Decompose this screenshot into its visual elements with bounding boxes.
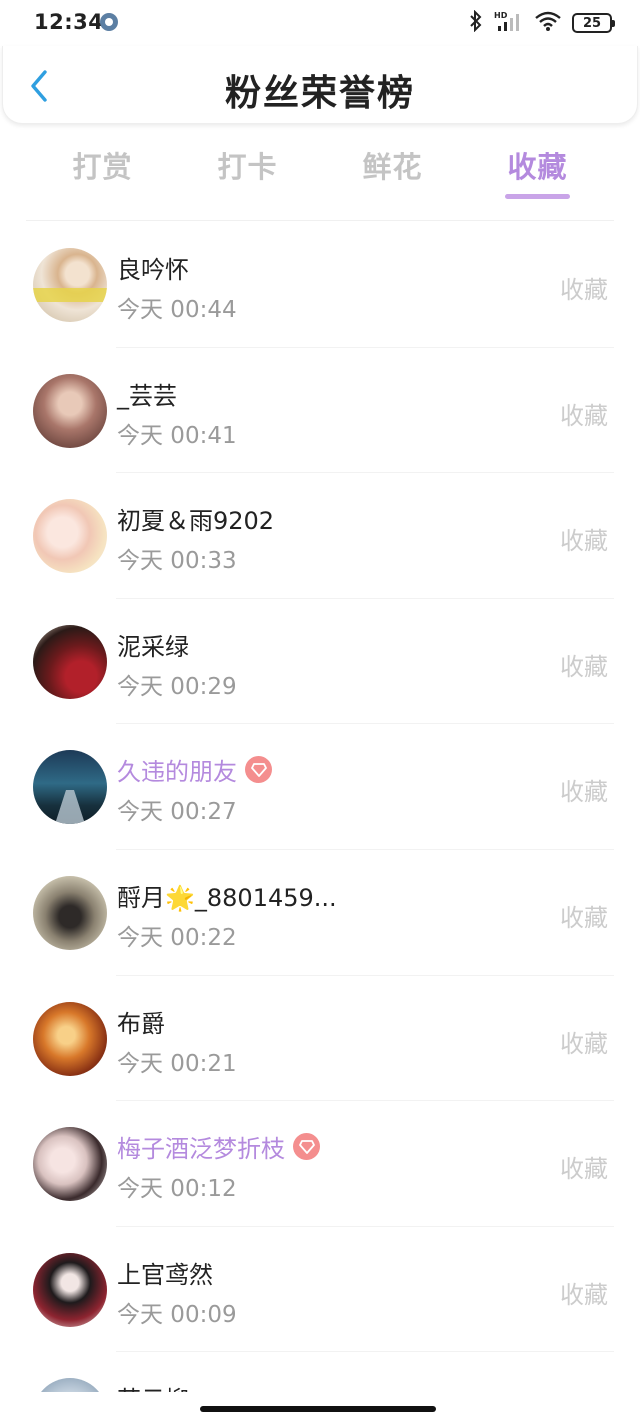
status-icons: HD 25 — [468, 9, 615, 36]
page-title: 粉丝荣誉榜 — [224, 73, 415, 114]
bluetooth-icon — [468, 9, 484, 36]
fan-name: 良吟怀 — [117, 256, 189, 284]
collect-label: 收藏 — [560, 1280, 608, 1309]
list-item[interactable]: 酹月🌟_8801459... 今天 00:22 收藏 — [0, 850, 640, 976]
avatar[interactable] — [33, 1001, 107, 1076]
list-item[interactable]: _芸芸 今天 00:41 收藏 — [0, 348, 640, 474]
fan-name: 布爵 — [117, 1009, 165, 1038]
tabs-divider — [26, 220, 614, 221]
fan-name: _芸芸 — [117, 381, 177, 410]
battery-indicator: 25 — [572, 13, 615, 33]
fan-name: 泥采绿 — [117, 632, 189, 661]
avatar[interactable] — [33, 1252, 107, 1327]
fan-time: 今天 00:33 — [117, 548, 237, 575]
fan-time: 今天 00:09 — [117, 1301, 237, 1328]
fan-name: 上官鸢然 — [117, 1260, 213, 1289]
avatar[interactable] — [33, 373, 107, 448]
fan-name: 酹月🌟_8801459... — [117, 883, 337, 912]
fan-time: 今天 00:41 — [117, 422, 237, 449]
fan-name: 苏云柳 — [117, 1380, 189, 1392]
tab-checkin[interactable]: 打卡 — [175, 140, 320, 202]
fan-list: 良吟怀 今天 00:44 收藏 _芸芸 今天 00:41 收藏 初夏＆雨9202… — [0, 222, 640, 1393]
collect-label: 收藏 — [560, 276, 608, 304]
collect-label: 收藏 — [560, 1029, 608, 1058]
wifi-icon — [534, 10, 562, 36]
fan-name: 梅子酒泛梦折枝 — [117, 1129, 320, 1164]
vip-diamond-icon — [245, 756, 272, 784]
list-item[interactable]: 良吟怀 今天 00:44 收藏 — [0, 222, 640, 348]
fan-time: 今天 00:12 — [117, 1176, 237, 1203]
collect-label: 收藏 — [560, 401, 608, 430]
fan-name: 久违的朋友 — [117, 752, 272, 787]
settings-status-icon — [100, 13, 118, 31]
status-time: 12:34 — [34, 10, 104, 34]
fan-time: 今天 00:22 — [117, 924, 237, 951]
list-item[interactable]: 久违的朋友 今天 00:27 收藏 — [0, 724, 640, 850]
list-item[interactable]: 苏云柳 — [0, 1352, 640, 1393]
status-bar: 12:34 HD 25 — [0, 0, 640, 46]
list-item[interactable]: 初夏＆雨9202 今天 00:33 收藏 — [0, 473, 640, 599]
collect-label: 收藏 — [560, 903, 608, 932]
list-item[interactable]: 泥采绿 今天 00:29 收藏 — [0, 599, 640, 725]
collect-label: 收藏 — [560, 1155, 608, 1184]
fan-name: 初夏＆雨9202 — [117, 507, 275, 536]
collect-label: 收藏 — [560, 778, 608, 807]
avatar[interactable] — [33, 1378, 107, 1393]
tab-reward[interactable]: 打赏 — [30, 140, 175, 202]
collect-label: 收藏 — [560, 527, 608, 556]
list-item[interactable]: 上官鸢然 今天 00:09 收藏 — [0, 1227, 640, 1353]
avatar[interactable] — [33, 624, 107, 699]
avatar[interactable] — [33, 875, 107, 950]
fan-time: 今天 00:44 — [117, 297, 237, 323]
svg-text:HD: HD — [494, 11, 508, 20]
fan-time: 今天 00:29 — [117, 673, 237, 700]
signal-icon: HD — [494, 10, 524, 36]
fan-time: 今天 00:27 — [117, 799, 237, 826]
tab-flowers[interactable]: 鲜花 — [320, 140, 465, 202]
tab-collect[interactable]: 收藏 — [465, 140, 610, 202]
collect-label: 收藏 — [560, 652, 608, 681]
list-item[interactable]: 布爵 今天 00:21 收藏 — [0, 976, 640, 1102]
avatar[interactable] — [33, 750, 107, 825]
vip-diamond-icon — [293, 1133, 320, 1161]
tab-bar: 打赏 打卡 鲜花 收藏 — [30, 140, 610, 202]
avatar[interactable] — [33, 499, 107, 574]
list-item[interactable]: 梅子酒泛梦折枝 今天 00:12 收藏 — [0, 1101, 640, 1227]
header-bar: 粉丝荣誉榜 — [2, 46, 638, 124]
fan-time: 今天 00:21 — [117, 1050, 237, 1077]
avatar[interactable] — [33, 248, 107, 322]
avatar[interactable] — [33, 1127, 107, 1202]
home-indicator — [200, 1406, 436, 1412]
